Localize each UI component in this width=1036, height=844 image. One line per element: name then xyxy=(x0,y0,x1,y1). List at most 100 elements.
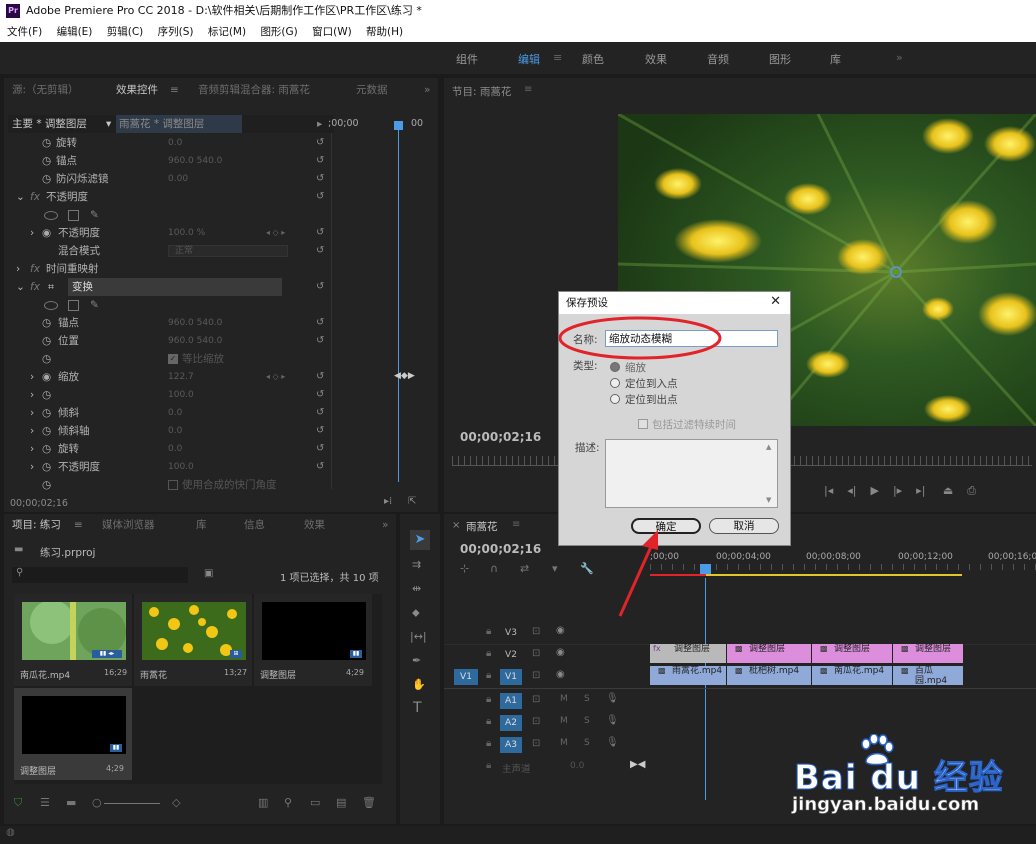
expand-arrow-icon[interactable]: › xyxy=(30,404,34,422)
stopwatch-icon[interactable]: ◷ xyxy=(42,152,51,170)
tab-project[interactable]: 项目: 练习 xyxy=(12,514,61,536)
expand-arrow-icon[interactable]: › xyxy=(16,260,20,278)
new-bin-icon[interactable]: ▭ xyxy=(310,796,320,809)
program-timecode[interactable]: 00;00;02;16 xyxy=(460,430,541,444)
solo-button[interactable]: S xyxy=(584,694,590,704)
reset-icon[interactable]: ↺ xyxy=(316,134,324,152)
tab-effects[interactable]: 效果 xyxy=(304,514,325,536)
tab-media-browser[interactable]: 媒体浏览器 xyxy=(102,514,155,536)
keyframe-icon[interactable]: ◀◆▶ xyxy=(394,371,415,381)
sync-lock-icon[interactable]: ⊡ xyxy=(532,694,540,705)
close-tab-icon[interactable]: × xyxy=(452,520,460,531)
reset-icon[interactable]: ↺ xyxy=(316,332,324,350)
eye-icon[interactable]: ◉ xyxy=(556,647,565,658)
timeline-clip-adjust[interactable]: fx 调整图层 xyxy=(650,644,726,663)
go-to-end-icon[interactable]: ▶◀ xyxy=(630,759,645,770)
expand-icon[interactable]: ▸ xyxy=(317,115,322,133)
timeline-timecode[interactable]: 00;00;02;16 xyxy=(460,542,541,556)
sync-lock-icon[interactable]: ⊡ xyxy=(532,648,540,659)
menu-graphics[interactable]: 图形(G) xyxy=(260,26,297,38)
blend-mode-select[interactable]: 正常 xyxy=(168,245,288,257)
tab-info[interactable]: 信息 xyxy=(244,514,265,536)
keyframe-nav-icon[interactable]: ◂ ◇ ▸ xyxy=(266,368,285,386)
reset-icon[interactable]: ↺ xyxy=(316,170,324,188)
tab-audio-mixer[interactable]: 音频剪辑混合器: 雨蒿花 xyxy=(198,78,310,102)
new-item-icon[interactable]: ▤ xyxy=(336,796,346,809)
property-value[interactable]: 0.0 xyxy=(168,422,182,440)
snap-icon[interactable]: ∩ xyxy=(490,562,498,575)
reset-icon[interactable]: ↺ xyxy=(316,404,324,422)
playhead-handle[interactable] xyxy=(394,121,403,130)
expand-arrow-icon[interactable]: › xyxy=(30,422,34,440)
property-value[interactable]: 100.0 xyxy=(168,458,194,476)
track-select-tool-icon[interactable]: ⇉ xyxy=(412,558,421,571)
media-item-selected[interactable]: ▮▮ 调整图层 4;29 xyxy=(14,688,132,780)
timeline-clip-video[interactable]: ▩ 枇杷树.mp4 xyxy=(727,666,811,685)
menu-sequence[interactable]: 序列(S) xyxy=(158,26,194,38)
timeline-clip-video[interactable]: ▩ 雨蒿花.mp4 xyxy=(650,666,726,685)
lock-icon[interactable]: 🔒︎ xyxy=(486,626,491,637)
type-tool-icon[interactable]: T xyxy=(413,700,422,716)
reset-icon[interactable]: ↺ xyxy=(316,152,324,170)
track-label[interactable]: A3 xyxy=(500,737,522,753)
stopwatch-icon[interactable]: ◷ xyxy=(42,404,51,422)
step-back-icon[interactable]: ◂| xyxy=(847,484,856,497)
dropdown-icon[interactable]: ▾ xyxy=(106,115,111,133)
ellipse-mask-icon[interactable] xyxy=(44,211,58,220)
expand-arrow-icon[interactable]: › xyxy=(30,368,34,386)
reset-icon[interactable]: ↺ xyxy=(316,368,324,386)
track-label[interactable]: V3 xyxy=(500,625,522,641)
shutter-angle-checkbox[interactable] xyxy=(168,480,178,490)
selection-tool-icon[interactable]: ➤ xyxy=(410,530,430,550)
play-icon[interactable]: ▶ xyxy=(870,484,878,497)
property-value[interactable]: 100.0 xyxy=(168,386,194,404)
target-clip-label[interactable]: 雨蒿花 * 调整图层 xyxy=(116,115,242,133)
solo-button[interactable]: S xyxy=(584,738,590,748)
find-icon[interactable]: ⚲ xyxy=(284,796,292,809)
menu-edit[interactable]: 编辑(E) xyxy=(57,26,93,38)
menu-marker[interactable]: 标记(M) xyxy=(208,26,246,38)
property-value[interactable]: 960.0 540.0 xyxy=(168,152,222,170)
lock-icon[interactable]: 🔒︎ xyxy=(486,738,491,749)
media-item[interactable]: ▮▮ 调整图层 4;29 xyxy=(254,594,372,686)
timeline-clip-adjust[interactable]: ▩ 调整图层 xyxy=(893,644,963,663)
slip-tool-icon[interactable]: |↔| xyxy=(410,630,427,643)
track-label[interactable]: V1 xyxy=(500,669,522,685)
stopwatch-icon[interactable]: ◷ xyxy=(42,170,51,188)
property-value[interactable]: 0.0 xyxy=(168,404,182,422)
tab-libraries[interactable]: 库 xyxy=(196,514,207,536)
mute-button[interactable]: M xyxy=(560,716,568,726)
property-value[interactable]: 0.0 xyxy=(168,134,182,152)
stopwatch-icon[interactable]: ◷ xyxy=(42,386,51,404)
reset-icon[interactable]: ↺ xyxy=(316,458,324,476)
track-label[interactable]: V2 xyxy=(500,647,522,663)
property-value[interactable]: 960.0 540.0 xyxy=(168,314,222,332)
transform-icon[interactable]: ⌗ xyxy=(48,278,54,296)
ripple-edit-tool-icon[interactable]: ⇹ xyxy=(412,582,421,595)
timeline-clip-adjust[interactable]: ▩ 调整图层 xyxy=(812,644,892,663)
mute-button[interactable]: M xyxy=(560,738,568,748)
expand-arrow-icon[interactable]: › xyxy=(30,458,34,476)
expand-arrow-icon[interactable]: ⌄ xyxy=(16,278,25,296)
solo-button[interactable]: S xyxy=(584,716,590,726)
sync-lock-icon[interactable]: ⊡ xyxy=(532,716,540,727)
sync-lock-icon[interactable]: ⊡ xyxy=(532,738,540,749)
tab-source[interactable]: 源:（无剪辑） xyxy=(12,78,79,102)
reset-icon[interactable]: ↺ xyxy=(316,440,324,458)
track-label[interactable]: A1 xyxy=(500,693,522,709)
automate-icon[interactable]: ▥ xyxy=(258,796,268,809)
workspace-tab-graphics[interactable]: 图形 xyxy=(769,51,791,67)
stopwatch-icon[interactable]: ◷ xyxy=(42,440,51,458)
lock-icon[interactable]: ⛉ xyxy=(14,796,22,810)
zoom-slider-knob-icon[interactable]: ○ xyxy=(92,796,102,809)
property-value[interactable]: 0.00 xyxy=(168,170,188,188)
fx-icon[interactable]: fx xyxy=(30,260,40,278)
media-item[interactable]: ⊞ 雨蒿花 13;27 xyxy=(134,594,252,686)
lock-icon[interactable]: 🔒︎ xyxy=(486,670,491,681)
stopwatch-active-icon[interactable]: ◉ xyxy=(42,368,51,386)
fx-icon[interactable]: fx xyxy=(30,188,40,206)
panel-overflow-icon[interactable]: » xyxy=(424,78,430,102)
rect-mask-icon[interactable] xyxy=(68,210,79,221)
sequence-tab[interactable]: 雨蒿花 xyxy=(466,519,498,534)
menu-file[interactable]: 文件(F) xyxy=(7,26,42,38)
